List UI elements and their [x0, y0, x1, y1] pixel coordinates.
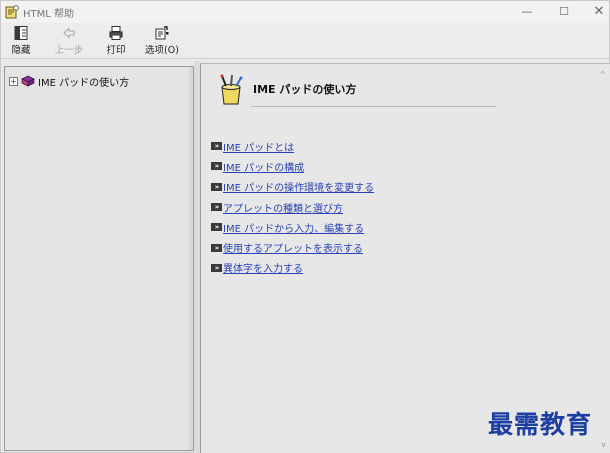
topic-link[interactable]: IME パッドとは [223, 139, 294, 154]
help-app-icon [5, 5, 19, 19]
maximize-button[interactable]: ☐ [546, 1, 582, 23]
window-title: HTML 帮助 [23, 9, 75, 20]
jump-arrow-icon: » [211, 182, 222, 191]
jump-arrow-icon: » [211, 203, 222, 212]
topic-link[interactable]: 使用するアプレットを表示する [223, 240, 363, 255]
toolbar: 隐藏 上一步 打印 选项(O) [1, 23, 609, 59]
topic-link[interactable]: アプレットの種類と選び方 [223, 200, 343, 215]
print-label: 打印 [106, 45, 126, 56]
header-divider [251, 106, 496, 107]
navigation-scrollbar[interactable] [189, 67, 193, 450]
hide-label: 隐藏 [11, 45, 31, 56]
jump-arrow-icon: » [211, 142, 222, 151]
minimize-button[interactable]: — [509, 1, 545, 23]
topic-link-list: » IME パッドとは » IME パッドの構成 » IME パッドの操作環境を… [211, 136, 374, 278]
printer-icon [109, 26, 123, 40]
hide-pane-icon [14, 26, 28, 40]
print-button[interactable]: 打印 [101, 25, 131, 57]
back-button[interactable]: 上一步 [49, 25, 89, 57]
jump-arrow-icon: » [211, 162, 222, 171]
book-icon [21, 75, 35, 87]
pencil-cup-icon [220, 74, 243, 105]
scroll-down-icon[interactable]: v [601, 440, 606, 449]
topic-title: IME パッドの使い方 [253, 83, 357, 96]
list-item[interactable]: » 異体字を入力する [211, 258, 374, 278]
list-item[interactable]: » IME パッドの操作環境を変更する [211, 177, 374, 197]
tree-node-label: IME パッドの使い方 [38, 77, 130, 89]
topic-link[interactable]: IME パッドから入力、編集する [223, 220, 364, 235]
watermark-logo: 最需教育 [488, 410, 593, 439]
topic-link[interactable]: IME パッドの構成 [223, 159, 304, 174]
back-arrow-icon [63, 27, 75, 39]
options-label: 选项(O) [145, 45, 179, 56]
list-item[interactable]: » IME パッドから入力、編集する [211, 217, 374, 237]
hide-button[interactable]: 隐藏 [6, 25, 36, 57]
tree-node-ime-pad[interactable]: + IME パッドの使い方 [9, 73, 129, 89]
topic-link[interactable]: IME パッドの操作環境を変更する [223, 179, 374, 194]
expand-icon[interactable]: + [9, 76, 18, 86]
list-item[interactable]: » 使用するアプレットを表示する [211, 237, 374, 257]
topic-header: IME パッドの使い方 [217, 74, 496, 110]
list-item[interactable]: » IME パッドの構成 [211, 156, 374, 176]
close-button[interactable]: ✕ [581, 1, 610, 23]
scroll-up-icon[interactable]: ^ [599, 70, 606, 79]
options-button[interactable]: 选项(O) [141, 25, 183, 57]
list-item[interactable]: » アプレットの種類と選び方 [211, 197, 374, 217]
list-item[interactable]: » IME パッドとは [211, 136, 374, 156]
jump-arrow-icon: » [211, 243, 222, 252]
jump-arrow-icon: » [211, 263, 222, 272]
options-icon [155, 26, 169, 40]
title-bar: HTML 帮助 — ☐ ✕ [1, 1, 609, 23]
topic-link[interactable]: 異体字を入力する [223, 260, 303, 275]
help-window: HTML 帮助 — ☐ ✕ 隐藏 上一步 打印 选项(O) + IME パッドの… [0, 0, 610, 453]
back-label: 上一步 [54, 45, 84, 56]
jump-arrow-icon: » [211, 223, 222, 232]
navigation-pane: + IME パッドの使い方 [4, 66, 194, 451]
content-pane: IME パッドの使い方 » IME パッドとは » IME パッドの構成 » I… [200, 63, 610, 453]
